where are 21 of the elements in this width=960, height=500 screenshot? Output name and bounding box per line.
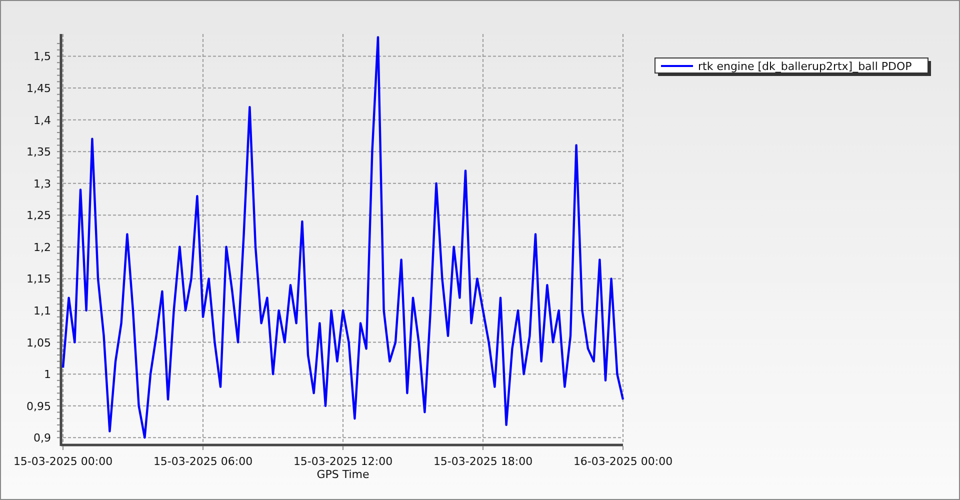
y-tick-label: 1,45: [26, 82, 51, 96]
legend-label: rtk engine [dk_ballerup2rtx]_ball PDOP: [698, 60, 912, 73]
x-tick-label: 15-03-2025 18:00: [433, 455, 533, 468]
y-tick-label: 1,4: [34, 114, 51, 127]
x-tick-label: 15-03-2025 06:00: [153, 455, 253, 468]
y-tick-label: 1,35: [26, 146, 51, 159]
y-tick-label: 1,2: [34, 240, 51, 254]
y-tick-label: 1,15: [26, 272, 51, 286]
x-tick-label: 15-03-2025 00:00: [13, 455, 113, 468]
y-tick-label: 1,05: [26, 336, 51, 350]
y-tick-label: 0,95: [26, 400, 51, 413]
y-tick-label: 1,3: [34, 177, 51, 190]
y-tick-label: 1,1: [34, 304, 51, 318]
x-tick-label: 15-03-2025 12:00: [293, 455, 393, 468]
y-tick-label: 1,5: [34, 50, 51, 64]
y-tick-label: 1: [44, 368, 51, 382]
x-axis-title: GPS Time: [316, 468, 370, 481]
y-tick-label: 0,9: [34, 432, 51, 445]
y-tick-label: 1,25: [26, 209, 51, 222]
x-tick-label: 16-03-2025 00:00: [573, 455, 673, 468]
legend: rtk engine [dk_ballerup2rtx]_ball PDOP: [654, 58, 931, 76]
